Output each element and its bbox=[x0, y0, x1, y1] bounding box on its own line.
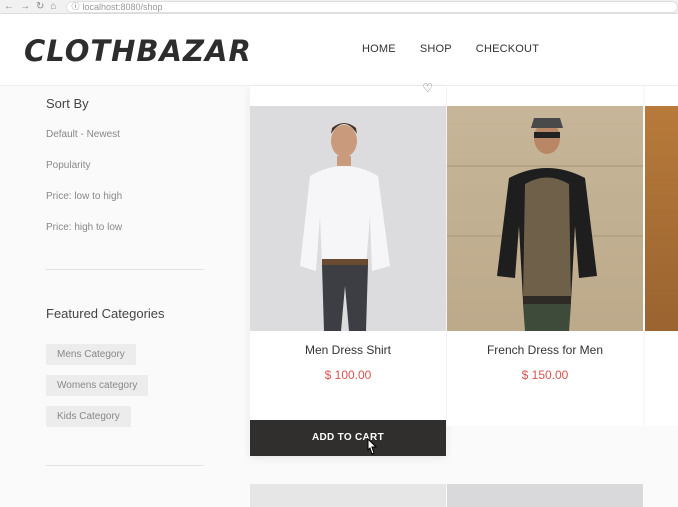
category-chip-womens[interactable]: Womens category bbox=[46, 375, 149, 396]
category-chip-kids[interactable]: Kids Category bbox=[46, 406, 131, 427]
product-card[interactable] bbox=[645, 86, 678, 426]
divider bbox=[46, 465, 204, 466]
heart-icon[interactable]: ♡ bbox=[422, 81, 433, 95]
browser-toolbar: ← → ↻ ⌂ ⓘ localhost:8080/shop bbox=[0, 0, 678, 14]
category-chip-mens[interactable]: Mens Category bbox=[46, 344, 136, 365]
man-vest-illustration bbox=[447, 106, 643, 331]
product-image[interactable] bbox=[645, 106, 678, 331]
sort-option-popularity[interactable]: Popularity bbox=[46, 160, 122, 191]
nav-home[interactable]: HOME bbox=[362, 43, 396, 55]
site-logo[interactable]: CLOTHBAZAR bbox=[24, 34, 252, 68]
featured-title: Featured Categories bbox=[46, 306, 165, 321]
forward-icon[interactable]: → bbox=[20, 1, 30, 12]
product-card[interactable]: French Dress for Men $ 150.00 bbox=[447, 86, 643, 426]
product-card-preview[interactable] bbox=[447, 484, 643, 507]
sort-option-price-low[interactable]: Price: low to high bbox=[46, 191, 122, 222]
product-price: $ 150.00 bbox=[521, 368, 569, 382]
browser-nav-icons: ← → ↻ ⌂ bbox=[0, 1, 56, 12]
product-image[interactable] bbox=[447, 106, 643, 331]
sort-options: Default - Newest Popularity Price: low t… bbox=[46, 129, 122, 253]
product-card[interactable]: ♡ Men Dress Shirt $ 100.00 ADD TO CART bbox=[250, 81, 446, 456]
product-price: $ 100.00 bbox=[324, 368, 372, 382]
product-card-preview[interactable] bbox=[250, 484, 446, 507]
address-bar[interactable]: ⓘ localhost:8080/shop bbox=[66, 0, 678, 13]
sort-option-default[interactable]: Default - Newest bbox=[46, 129, 122, 160]
main-nav: HOME SHOP CHECKOUT bbox=[362, 43, 563, 55]
product-name[interactable]: Men Dress Shirt bbox=[250, 343, 446, 357]
sort-option-price-high[interactable]: Price: high to low bbox=[46, 222, 122, 253]
nav-shop[interactable]: SHOP bbox=[420, 43, 452, 55]
add-to-cart-button[interactable]: ADD TO CART bbox=[250, 420, 446, 456]
back-icon[interactable]: ← bbox=[4, 1, 14, 12]
divider bbox=[46, 269, 204, 270]
address-text: localhost:8080/shop bbox=[82, 1, 163, 12]
info-icon: ⓘ bbox=[71, 2, 80, 11]
refresh-icon[interactable]: ↻ bbox=[36, 1, 44, 12]
site-header: CLOTHBAZAR HOME SHOP CHECKOUT bbox=[0, 14, 678, 86]
man-white-shirt-illustration bbox=[300, 123, 390, 331]
category-list: Mens Category Womens category Kids Categ… bbox=[46, 344, 149, 437]
product-name[interactable]: French Dress for Men bbox=[447, 343, 643, 357]
nav-checkout[interactable]: CHECKOUT bbox=[476, 43, 539, 55]
cursor-icon bbox=[367, 438, 378, 455]
product-image[interactable] bbox=[250, 106, 446, 331]
sort-title: Sort By bbox=[46, 96, 89, 111]
home-icon[interactable]: ⌂ bbox=[50, 1, 56, 12]
